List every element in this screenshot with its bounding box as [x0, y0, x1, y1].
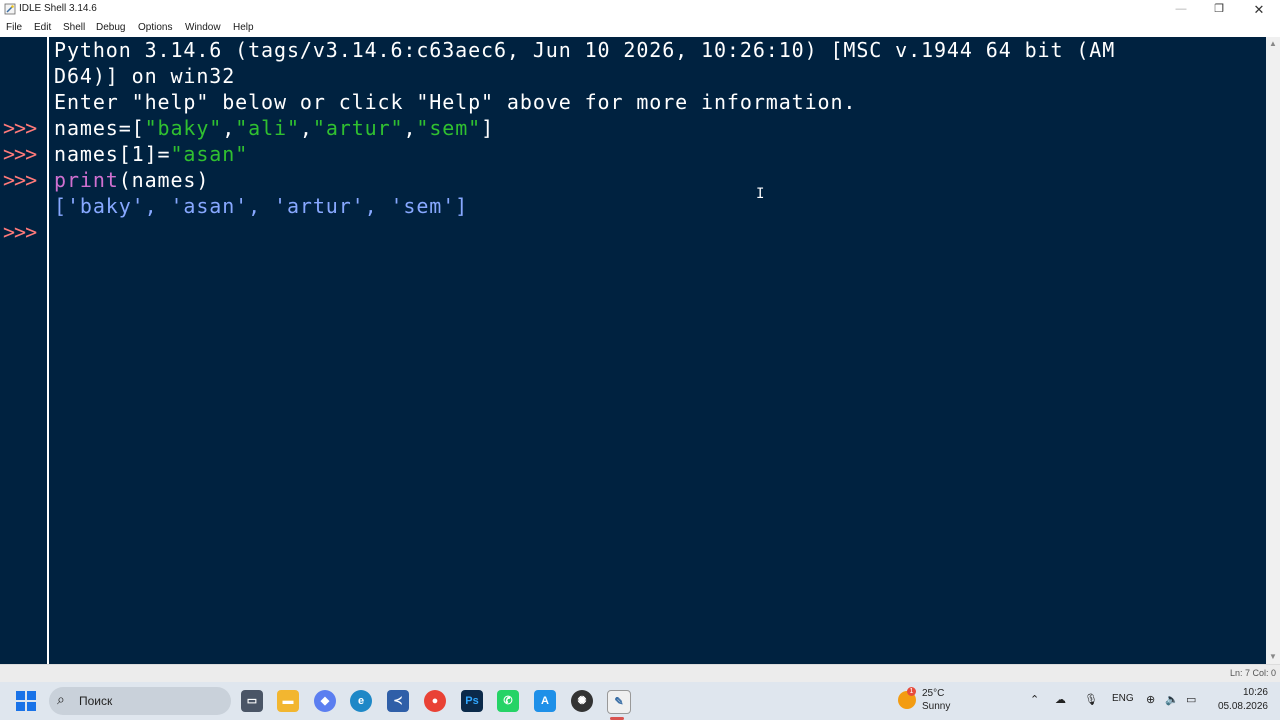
azure-icon[interactable]: A — [534, 690, 556, 712]
file-explorer-icon[interactable]: ▬ — [277, 690, 299, 712]
title-bar: IDLE Shell 3.14.6 — ❐ ✕ — [0, 0, 1280, 19]
scroll-up-icon[interactable]: ▲ — [1268, 39, 1278, 48]
banner-info-line: Enter "help" below or click "Help" above… — [54, 90, 857, 114]
shell-editor[interactable]: >>> >>> >>> >>> Python 3.14.6 (tags/v3.1… — [0, 37, 1266, 664]
shell-prompt: >>> — [3, 220, 37, 244]
output-line: ['baky', 'asan', 'artur', 'sem'] — [54, 194, 469, 218]
search-icon: ⌕ — [57, 691, 65, 707]
windows-logo-icon — [16, 691, 25, 700]
status-bar: Ln: 7 Col: 0 — [0, 664, 1280, 683]
cursor-position: Ln: 7 Col: 0 — [1229, 668, 1276, 678]
vertical-scrollbar[interactable]: ▲ ▼ — [1266, 37, 1280, 664]
copilot-icon[interactable]: ◆ — [314, 690, 336, 712]
clock[interactable]: 10:26 05.08.2026 — [1214, 686, 1268, 714]
menu-debug[interactable]: Debug — [96, 22, 125, 33]
shell-prompt: >>> — [3, 168, 37, 192]
taskbar: ⌕ Поиск ▭ ▬ ◆ e ≺ ● Ps ✆ A ✺ ✎ 1 25°C Su… — [0, 682, 1280, 720]
shell-text[interactable]: Python 3.14.6 (tags/v3.14.6:c63aec6, Jun… — [54, 37, 1264, 271]
chevron-up-icon[interactable]: ⌃ — [1030, 693, 1039, 706]
banner-line: Python 3.14.6 (tags/v3.14.6:c63aec6, Jun… — [54, 38, 1116, 62]
photoshop-icon[interactable]: Ps — [461, 690, 483, 712]
minimize-button[interactable]: — — [1162, 0, 1200, 19]
input-line-2: names[1]="asan" — [54, 141, 248, 167]
scroll-down-icon[interactable]: ▼ — [1268, 652, 1278, 661]
whatsapp-icon[interactable]: ✆ — [497, 690, 519, 712]
python-idle-icon — [4, 3, 16, 15]
windows-logo-icon — [27, 691, 36, 700]
windows-logo-icon — [16, 702, 25, 711]
onedrive-icon[interactable]: ☁ — [1055, 693, 1066, 706]
taskbar-search[interactable]: ⌕ Поиск — [49, 687, 231, 715]
shell-prompt: >>> — [3, 142, 37, 166]
clock-date: 05.08.2026 — [1217, 701, 1268, 712]
code-token: names[1]= — [54, 142, 171, 166]
idle-app-icon[interactable]: ✎ — [607, 690, 631, 714]
clock-time: 10:26 — [1242, 687, 1268, 698]
banner-line: D64)] on win32 — [54, 64, 236, 88]
battery-icon[interactable]: ▭ — [1186, 693, 1196, 706]
string-literal: "ali" — [235, 116, 300, 140]
maximize-button[interactable]: ❐ — [1200, 0, 1238, 19]
code-token: , — [222, 116, 236, 140]
menu-bar: File Edit Shell Debug Options Window Hel… — [0, 19, 1280, 37]
input-line-3: print(names) — [54, 167, 209, 193]
code-token: ] — [481, 116, 495, 140]
code-token: , — [299, 116, 313, 140]
menu-options[interactable]: Options — [138, 22, 172, 33]
input-line-1: names=["baky","ali","artur","sem"] — [54, 115, 494, 141]
string-literal: "artur" — [312, 116, 404, 140]
chatgpt-icon[interactable]: ✺ — [571, 690, 593, 712]
string-literal: "sem" — [416, 116, 482, 140]
prompt-gutter: >>> >>> >>> >>> — [0, 37, 49, 664]
network-icon[interactable]: ⊕ — [1146, 693, 1155, 706]
task-view-icon[interactable]: ▭ — [241, 690, 263, 712]
edge-icon[interactable]: e — [350, 690, 372, 712]
vscode-icon[interactable]: ≺ — [387, 690, 409, 712]
weather-alert-badge: 1 — [907, 687, 916, 696]
string-literal: "asan" — [170, 142, 249, 166]
language-indicator[interactable]: ENG — [1112, 693, 1134, 704]
window-title: IDLE Shell 3.14.6 — [19, 3, 97, 14]
weather-widget[interactable]: 1 25°C Sunny — [897, 686, 977, 716]
string-literal: "baky" — [144, 116, 223, 140]
menu-window[interactable]: Window — [185, 22, 221, 33]
volume-icon[interactable]: 🔈 — [1165, 693, 1179, 706]
code-token: , — [403, 116, 417, 140]
chrome-icon[interactable]: ● — [424, 690, 446, 712]
weather-temperature: 25°C — [922, 688, 945, 699]
menu-file[interactable]: File — [6, 22, 22, 33]
shell-prompt: >>> — [3, 116, 37, 140]
code-token: names=[ — [54, 116, 145, 140]
menu-help[interactable]: Help — [233, 22, 254, 33]
start-button[interactable] — [16, 691, 36, 711]
code-token: (names) — [118, 168, 210, 192]
microphone-icon[interactable]: 🎙 — [1084, 693, 1098, 706]
search-placeholder: Поиск — [79, 694, 113, 708]
menu-shell[interactable]: Shell — [63, 22, 85, 33]
windows-logo-icon — [27, 702, 36, 711]
close-button[interactable]: ✕ — [1240, 0, 1278, 19]
builtin-keyword: print — [54, 168, 119, 192]
weather-condition: Sunny — [922, 701, 951, 712]
menu-edit[interactable]: Edit — [34, 22, 51, 33]
text-cursor-icon: I — [756, 186, 765, 202]
